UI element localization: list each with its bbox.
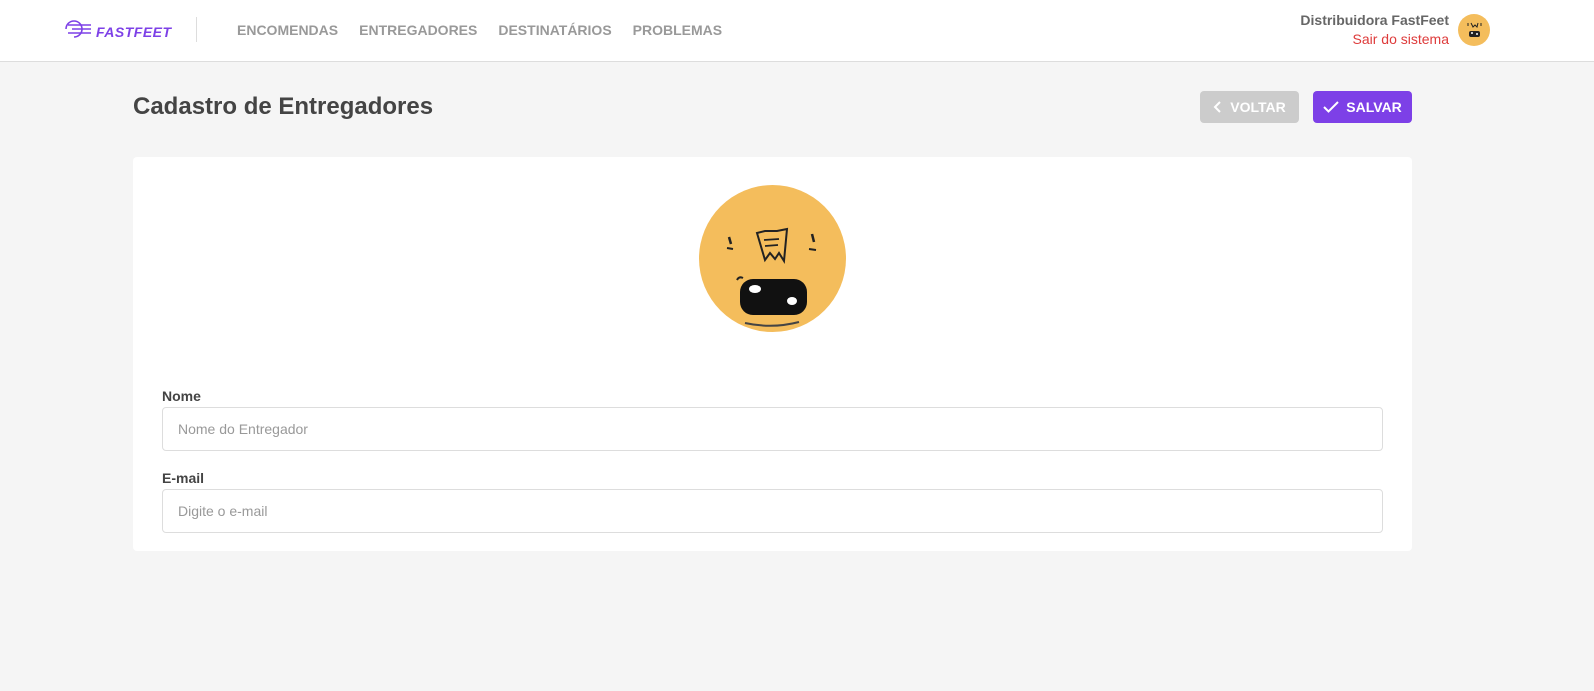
- nav-item-encomendas[interactable]: ENCOMENDAS: [237, 22, 338, 38]
- delivery-truck-icon: [64, 19, 94, 44]
- page-title: Cadastro de Entregadores: [133, 93, 434, 120]
- nav-item-destinatarios[interactable]: DESTINATÁRIOS: [498, 22, 611, 38]
- main-nav: ENCOMENDAS ENTREGADORES DESTINATÁRIOS PR…: [237, 22, 743, 38]
- logout-link[interactable]: Sair do sistema: [1300, 31, 1449, 47]
- deliveryman-avatar-upload[interactable]: [699, 185, 846, 332]
- chevron-left-icon: [1213, 101, 1221, 113]
- face-avatar-icon: [726, 227, 817, 327]
- save-button[interactable]: SALVAR: [1313, 91, 1412, 123]
- email-input[interactable]: [162, 489, 1383, 533]
- back-button[interactable]: VOLTAR: [1200, 91, 1299, 123]
- email-label: E-mail: [162, 470, 205, 486]
- back-button-label: VOLTAR: [1230, 99, 1286, 115]
- name-input[interactable]: [162, 407, 1383, 451]
- name-label: Nome: [162, 388, 201, 404]
- user-profile: Distribuidora FastFeet Sair do sistema: [1300, 12, 1490, 47]
- logo-text: FASTFEET: [96, 23, 172, 40]
- save-button-label: SALVAR: [1346, 99, 1402, 115]
- fastfeet-logo[interactable]: FASTFEET: [64, 19, 172, 44]
- nav-item-entregadores[interactable]: ENTREGADORES: [359, 22, 477, 38]
- nav-item-problemas[interactable]: PROBLEMAS: [633, 22, 722, 38]
- check-icon: [1323, 101, 1339, 113]
- form-card: Nome E-mail: [133, 157, 1412, 551]
- face-avatar-icon: [1467, 22, 1482, 37]
- top-header: FASTFEET ENCOMENDAS ENTREGADORES DESTINA…: [0, 0, 1594, 62]
- user-avatar[interactable]: [1458, 13, 1490, 46]
- profile-name: Distribuidora FastFeet: [1300, 12, 1449, 28]
- header-divider: [196, 17, 197, 42]
